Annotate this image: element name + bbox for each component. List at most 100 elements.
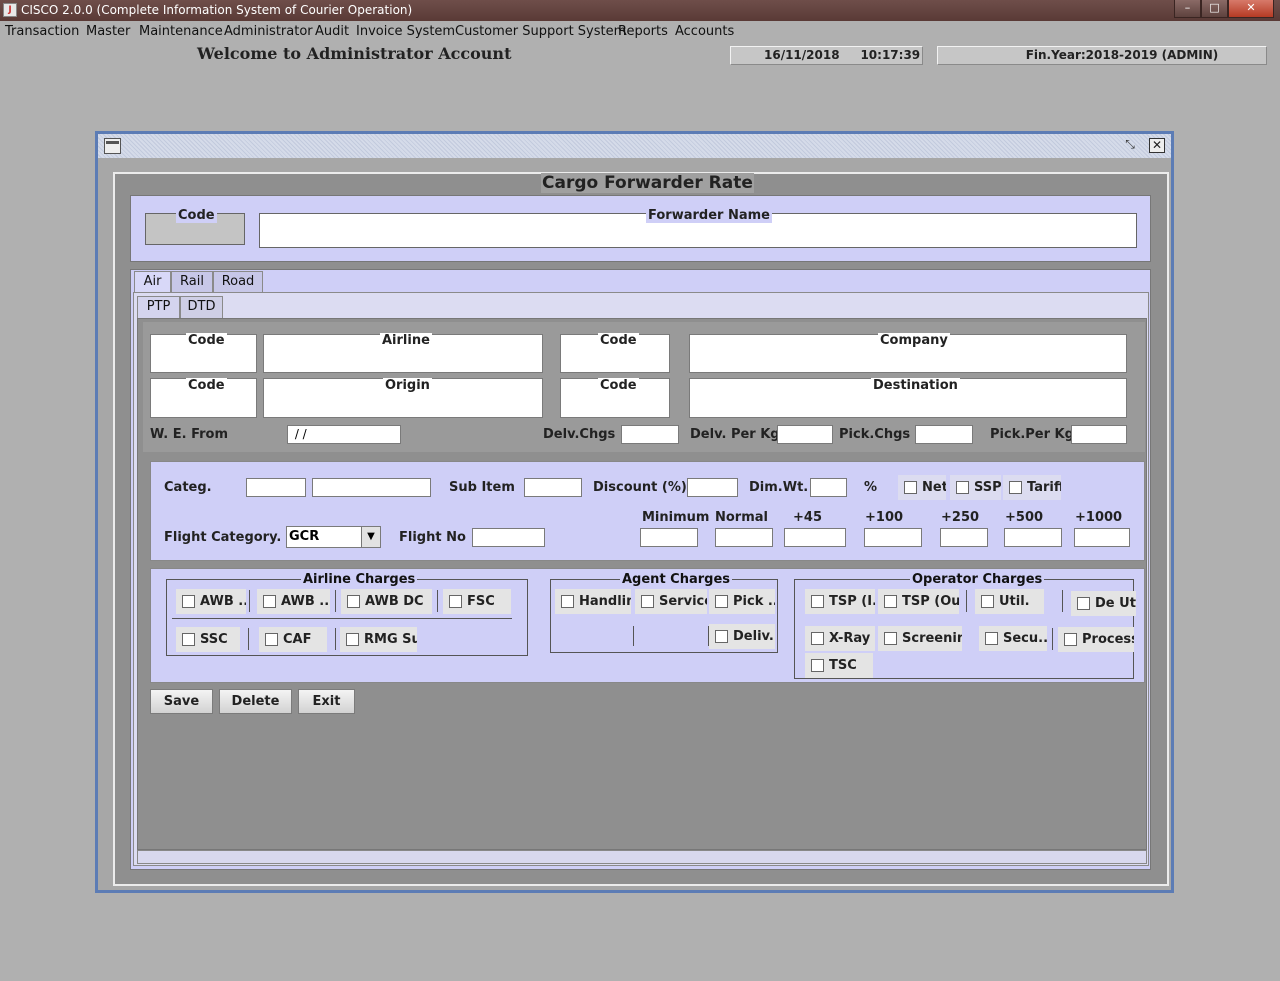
forwarder-code-label: Code (176, 208, 217, 223)
x-ray-checkbox[interactable]: X-Ray (805, 626, 875, 651)
handling-checkbox[interactable]: Handling (555, 589, 631, 614)
flight-category-value: GCR (289, 529, 320, 544)
slab-500-field[interactable] (1004, 528, 1062, 547)
delv-per-kg-field[interactable] (777, 425, 833, 444)
tab-air[interactable]: Air (134, 271, 171, 293)
processing-checkbox[interactable]: Processin (1058, 627, 1134, 652)
ssp-checkbox[interactable]: SSP (950, 475, 1001, 500)
delv-chgs-label: Delv.Chgs (543, 427, 616, 442)
fsc-checkbox[interactable]: FSC (443, 589, 511, 614)
menu-master[interactable]: Master (86, 24, 130, 39)
slab-100-label: +100 (865, 510, 904, 525)
we-from-field[interactable]: / / (287, 425, 401, 444)
menu-reports[interactable]: Reports (618, 24, 668, 39)
pick-chgs-field[interactable] (915, 425, 973, 444)
slab-250-field[interactable] (940, 528, 988, 547)
slab-normal-label: Normal (715, 510, 768, 525)
divider (172, 618, 512, 619)
airline-code-label: Code (186, 333, 227, 348)
discount-field[interactable] (687, 478, 738, 497)
restore-icon[interactable]: ⤡ (1122, 137, 1138, 153)
menu-accounts[interactable]: Accounts (675, 24, 734, 39)
screening-checkbox[interactable]: Screening (878, 626, 962, 651)
awb-charge-1-checkbox[interactable]: AWB ... (176, 589, 246, 614)
frame-close-icon[interactable]: ✕ (1149, 138, 1165, 153)
security-checkbox[interactable]: Secu... (979, 626, 1047, 651)
pick-per-kg-field[interactable] (1071, 425, 1127, 444)
flight-no-field[interactable] (472, 528, 545, 547)
tab-road[interactable]: Road (213, 271, 263, 293)
de-util-checkbox[interactable]: De Util. (1071, 591, 1136, 616)
tab-rail[interactable]: Rail (171, 271, 213, 293)
pick-per-kg-label: Pick.Per Kg (990, 427, 1074, 442)
close-button[interactable]: ✕ (1228, 0, 1274, 18)
agent-charges-legend: Agent Charges (620, 572, 733, 587)
slab-45-label: +45 (793, 510, 822, 525)
slab-500-label: +500 (1005, 510, 1044, 525)
slab-250-label: +250 (941, 510, 980, 525)
flight-category-select[interactable]: GCR ▼ (286, 526, 381, 548)
service-checkbox[interactable]: Service (635, 589, 707, 614)
deliv-charge-checkbox[interactable]: Deliv... (709, 624, 775, 649)
welcome-text: Welcome to Administrator Account (197, 44, 512, 63)
tsp-in-checkbox[interactable]: TSP (I... (805, 589, 875, 614)
tab-dtd[interactable]: DTD (180, 296, 223, 318)
app-title-bar: J CISCO 2.0.0 (Complete Information Syst… (0, 0, 1280, 21)
form-title: Cargo Forwarder Rate (541, 173, 754, 193)
delete-button[interactable]: Delete (219, 689, 292, 714)
caf-checkbox[interactable]: CAF (259, 627, 327, 652)
company-label: Company (878, 333, 950, 348)
slab-1000-field[interactable] (1074, 528, 1130, 547)
save-button[interactable]: Save (150, 689, 213, 714)
dim-wt-field[interactable] (810, 478, 847, 497)
origin-code-label: Code (186, 378, 227, 393)
internal-frame-titlebar[interactable] (98, 134, 1171, 158)
company-code-label: Code (598, 333, 639, 348)
tariff-checkbox[interactable]: Tariff (1003, 475, 1061, 500)
slab-1000-label: +1000 (1075, 510, 1123, 525)
destination-code-label: Code (598, 378, 639, 393)
tsp-out-checkbox[interactable]: TSP (Out) (878, 589, 959, 614)
menu-maintenance[interactable]: Maintenance (139, 24, 223, 39)
awb-charge-2-checkbox[interactable]: AWB ... (257, 589, 330, 614)
slab-45-field[interactable] (784, 528, 846, 547)
sub-item-field[interactable] (524, 478, 582, 497)
net-checkbox[interactable]: Net (898, 475, 946, 500)
rmg-sur-checkbox[interactable]: RMG Sur (340, 627, 417, 652)
slab-minimum-field[interactable] (640, 528, 698, 547)
airline-label: Airline (380, 333, 432, 348)
origin-label: Origin (383, 378, 432, 393)
categ-name-field[interactable] (312, 478, 431, 497)
ssc-checkbox[interactable]: SSC (176, 627, 240, 652)
categ-label: Categ. (164, 480, 212, 495)
datetime-display: 16/11/2018 10:17:39 (730, 46, 923, 65)
chevron-down-icon[interactable]: ▼ (361, 527, 380, 547)
percent-label: % (864, 480, 878, 495)
exit-button[interactable]: Exit (298, 689, 355, 714)
dim-wt-label: Dim.Wt. (749, 480, 809, 495)
menu-audit[interactable]: Audit (315, 24, 349, 39)
tab-ptp[interactable]: PTP (137, 296, 180, 318)
pick-charge-checkbox[interactable]: Pick ... (709, 589, 775, 614)
frame-menu-icon[interactable] (104, 138, 121, 154)
minimize-button[interactable]: – (1174, 0, 1201, 18)
slab-100-field[interactable] (864, 528, 922, 547)
slab-normal-field[interactable] (715, 528, 773, 547)
awb-dc-checkbox[interactable]: AWB DC (341, 589, 432, 614)
menu-customer-support[interactable]: Customer Support System (455, 24, 626, 39)
menubar: Transaction Master Maintenance Administr… (0, 21, 1280, 42)
pick-chgs-label: Pick.Chgs (839, 427, 911, 442)
tsc-checkbox[interactable]: TSC (805, 653, 873, 678)
menu-administrator[interactable]: Administrator (224, 24, 313, 39)
menu-invoice-system[interactable]: Invoice System (356, 24, 455, 39)
finyear-display: Fin.Year:2018-2019 (ADMIN) (937, 46, 1267, 65)
util-checkbox[interactable]: Util. (975, 589, 1044, 614)
delv-chgs-field[interactable] (621, 425, 679, 444)
menu-transaction[interactable]: Transaction (5, 24, 79, 39)
categ-code-field[interactable] (246, 478, 306, 497)
slab-minimum-label: Minimum (642, 510, 710, 525)
maximize-button[interactable]: □ (1201, 0, 1228, 18)
sub-item-label: Sub Item (449, 480, 515, 495)
airline-charges-legend: Airline Charges (301, 572, 418, 587)
operator-charges-legend: Operator Charges (910, 572, 1045, 587)
